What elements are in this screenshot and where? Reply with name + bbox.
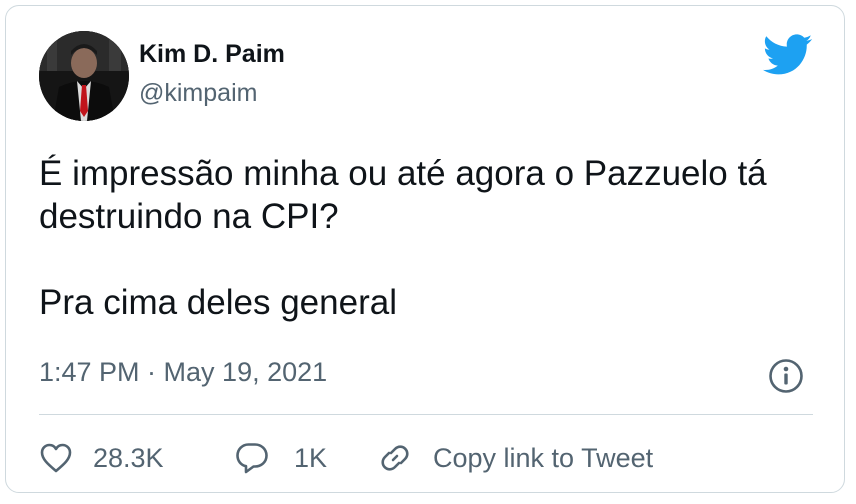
twitter-bird-icon[interactable] <box>762 34 813 76</box>
tweet-text: É impressão minha ou até agora o Pazzuel… <box>39 152 799 324</box>
author-avatar[interactable] <box>39 31 129 121</box>
like-button[interactable]: 28.3K <box>39 442 234 474</box>
tweet-card: Kim D. Paim @kimpaim É impressão minha o… <box>5 5 845 493</box>
like-count: 28.3K <box>93 442 164 473</box>
info-icon[interactable] <box>768 358 804 394</box>
reply-button[interactable]: 1K <box>234 441 377 475</box>
copy-link-button[interactable]: Copy link to Tweet <box>377 440 653 476</box>
author-handle[interactable]: @kimpaim <box>139 79 257 108</box>
tweet-paragraph: É impressão minha ou até agora o Pazzuel… <box>39 154 767 236</box>
avatar-image <box>39 31 129 121</box>
reply-count: 1K <box>294 442 328 473</box>
divider <box>39 414 813 415</box>
heart-icon <box>40 443 72 473</box>
author-name[interactable]: Kim D. Paim <box>139 40 285 69</box>
tweet-paragraph: Pra cima deles general <box>39 283 397 322</box>
reply-bubble-icon <box>236 443 268 474</box>
link-icon <box>381 445 409 471</box>
copy-link-label: Copy link to Tweet <box>433 442 654 473</box>
tweet-actions: 28.3K 1K Copy link to Tweet <box>39 436 653 480</box>
tweet-timestamp[interactable]: 1:47 PM · May 19, 2021 <box>39 357 327 388</box>
